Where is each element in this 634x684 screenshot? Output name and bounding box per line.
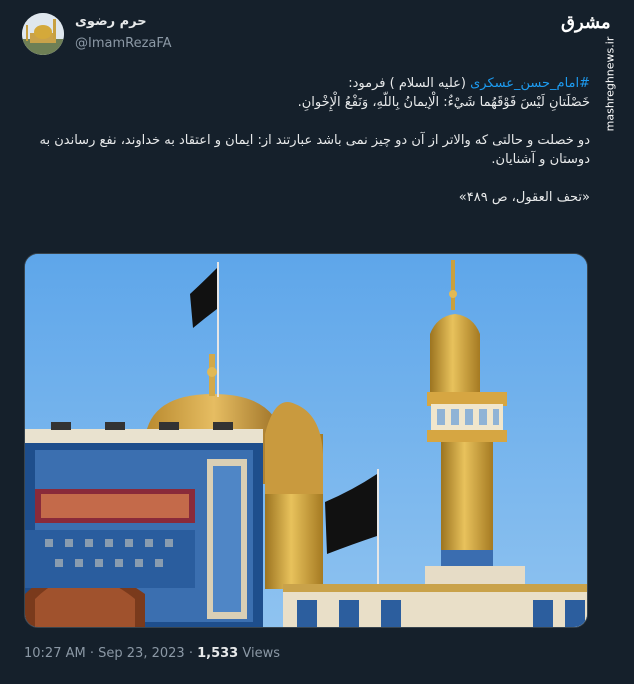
tweet-line-1-rest: (علیه السلام ) فرمود: [348,76,471,91]
watermark-site-text: mashreghnews.ir [603,36,617,132]
views-label: Views [242,646,280,661]
hashtag-link[interactable]: #امام_حسن_عسکری [470,76,590,91]
tweet-text: #امام_حسن_عسکری (علیه السلام ) فرمود: خَ… [22,74,590,207]
tweet-date[interactable]: Sep 23, 2023 [98,646,185,661]
tweet-time[interactable]: 10:27 AM [24,646,86,661]
shrine-photo-image [25,254,587,627]
meta-separator-1: · [89,646,94,661]
avatar[interactable] [22,13,64,55]
tweet-meta: 10:27 AM · Sep 23, 2023 · 1,533 Views [24,646,280,661]
user-handle[interactable]: @ImamRezaFA [75,36,172,51]
tweet-paragraph-2: دو خصلت و حالتی که والاتر از آن دو چیز ن… [39,133,590,167]
display-name[interactable]: حرم رضوی [75,14,147,29]
tweet-source: «تحف العقول، ص ۴۸۹» [458,190,590,205]
shrine-avatar-icon [22,13,64,55]
tweet-photo[interactable] [24,253,588,628]
watermark-site: mashreghnews.ir [596,37,624,132]
tweet-line-2: خَصْلَتانِ لَيْسَ فَوْقَهُما شَيْءٌ: الْ… [297,95,590,110]
tweet-line-1: #امام_حسن_عسکری (علیه السلام ) فرمود: [22,74,590,93]
mashregh-logo: مشرق [561,12,611,33]
views-count: 1,533 [197,646,239,661]
meta-separator-2: · [188,646,193,661]
